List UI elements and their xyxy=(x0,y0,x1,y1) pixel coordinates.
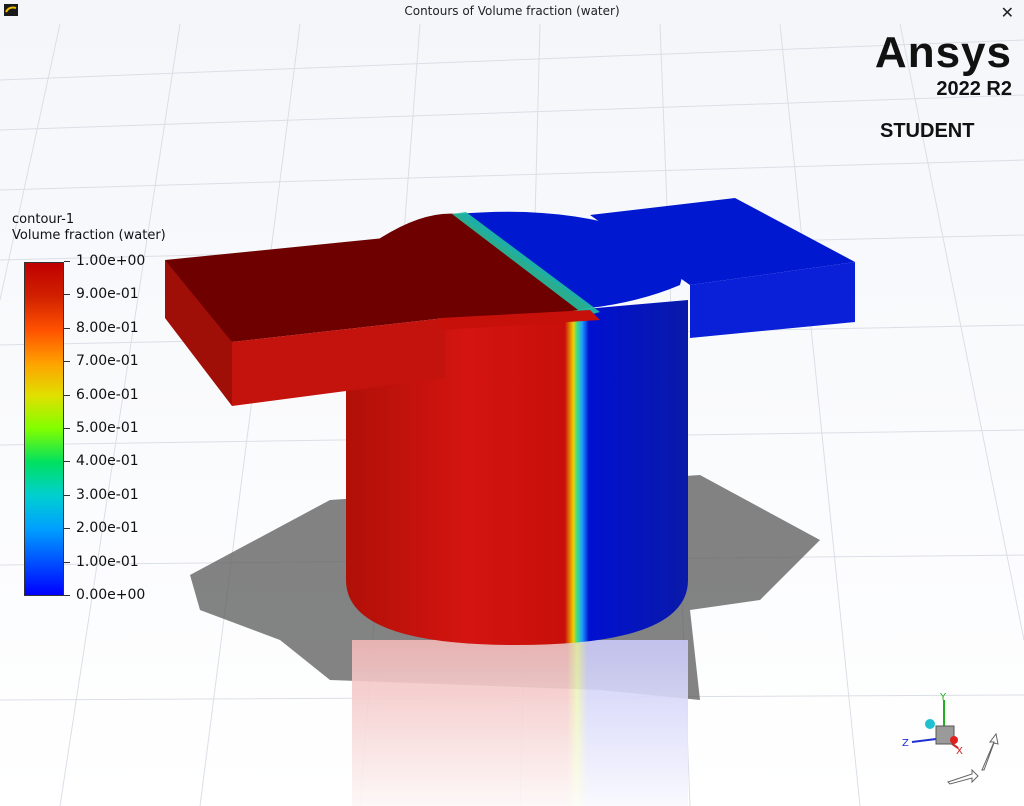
ansys-logo: Ansys 2022 R2 xyxy=(875,30,1012,101)
z-axis-label: Z xyxy=(902,738,909,749)
legend-tick-label: 4.00e-01 xyxy=(64,453,139,469)
legend-title: contour-1 Volume fraction (water) xyxy=(12,212,166,244)
edition-label: STUDENT xyxy=(880,120,975,142)
window-title: Contours of Volume fraction (water) xyxy=(404,4,620,18)
legend-tick-label: 0.00e+00 xyxy=(64,587,145,603)
legend-contour-name: contour-1 xyxy=(12,212,75,227)
brand-name: Ansys xyxy=(874,28,1012,77)
legend-tick-label: 6.00e-01 xyxy=(64,387,139,403)
rotate-arrow-bottom-icon xyxy=(947,768,979,785)
brand-version: 2022 R2 xyxy=(936,78,1012,100)
title-bar: Contours of Volume fraction (water) ✕ xyxy=(0,0,1024,24)
axes-triad[interactable]: Y Z X xyxy=(896,690,1006,790)
legend-tick-label: 8.00e-01 xyxy=(64,320,139,336)
legend-tick-label: 1.00e+00 xyxy=(64,253,145,269)
legend-tick-label: 2.00e-01 xyxy=(64,520,139,536)
legend-tick-label: 5.00e-01 xyxy=(64,420,139,436)
colormap-bar xyxy=(24,262,64,596)
rotate-arrow-icon xyxy=(981,732,999,771)
y-axis-label: Y xyxy=(939,692,947,703)
legend-tick-label: 1.00e-01 xyxy=(64,554,139,570)
reflection xyxy=(352,640,688,806)
viewport-3d[interactable] xyxy=(0,0,1024,806)
legend-tick-label: 9.00e-01 xyxy=(64,286,139,302)
legend-tick-label: 7.00e-01 xyxy=(64,353,139,369)
close-icon[interactable]: ✕ xyxy=(1001,3,1014,22)
x-axis-label: X xyxy=(956,746,963,757)
legend-quantity: Volume fraction (water) xyxy=(12,228,166,243)
legend-tick-label: 3.00e-01 xyxy=(64,487,139,503)
